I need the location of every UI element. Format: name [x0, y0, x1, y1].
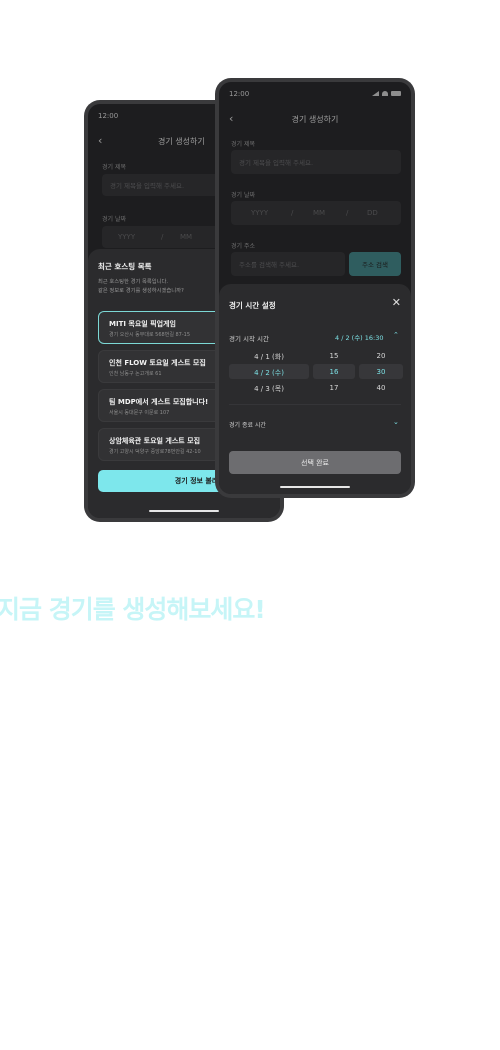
signal-icon: [372, 91, 379, 96]
desc-line-1: 최근 호스팅한 경기 목록입니다.: [98, 279, 169, 285]
sheet-title: 경기 시간 설정: [229, 301, 276, 310]
home-indicator: [149, 509, 219, 512]
title-label: 경기 제목: [102, 164, 126, 171]
battery-icon: [391, 91, 401, 96]
right-phone: 12:00 ‹ 경기 생성하기 경기 제목 경기 제목을 입력해 주세요. 경기…: [215, 78, 415, 498]
start-time-value: 4 / 2 (수) 16:30: [335, 334, 384, 342]
date-sep: /: [291, 209, 294, 217]
close-icon[interactable]: ✕: [392, 296, 401, 309]
sheet-description: 최근 호스팅한 경기 목록입니다. 같은 정보로 경기를 생성하시겠습니까?: [98, 278, 184, 295]
date-sep: /: [346, 209, 349, 217]
title-placeholder: 경기 제목을 입력해 주세요.: [239, 159, 314, 167]
end-time-label: 경기 종료 시간: [229, 422, 266, 429]
card-title: 상암체육관 토요일 게스트 모집: [109, 437, 201, 445]
address-search-button[interactable]: 주소 검색: [349, 252, 401, 276]
headline-text: 지금 경기를 생성해보세요!: [0, 595, 266, 624]
wifi-icon: [382, 91, 388, 96]
system-status-icons: [372, 91, 401, 96]
divider: [229, 404, 401, 405]
address-label: 경기 주소: [231, 243, 255, 250]
title-label: 경기 제목: [231, 141, 255, 148]
minute-option[interactable]: 20: [359, 352, 403, 360]
date-year: YYYY: [251, 209, 269, 217]
date-sep: /: [161, 233, 164, 241]
date-month: MM: [180, 233, 193, 241]
back-icon[interactable]: ‹: [98, 134, 102, 147]
card-address: 인천 남동구 논고개로 61: [109, 371, 162, 377]
minute-option-selected[interactable]: 30: [359, 368, 403, 376]
date-day: DD: [367, 209, 378, 217]
card-address: 경기 오산시 동부대로 568번길 87-15: [109, 332, 191, 338]
status-time: 12:00: [229, 90, 250, 98]
date-year: YYYY: [118, 233, 136, 241]
hour-option[interactable]: 17: [313, 384, 355, 392]
home-indicator: [280, 485, 350, 488]
card-title: MITI 목요일 픽업게임: [109, 320, 176, 328]
day-option-selected[interactable]: 4 / 2 (수): [229, 368, 309, 378]
title-input[interactable]: 경기 제목을 입력해 주세요.: [231, 150, 401, 174]
address-input[interactable]: 주소를 검색해 주세요.: [231, 252, 345, 276]
confirm-selection-button[interactable]: 선택 완료: [229, 451, 401, 474]
card-title: 인천 FLOW 토요일 게스트 모집: [109, 359, 206, 367]
date-label: 경기 날짜: [231, 192, 255, 199]
status-time: 12:00: [98, 112, 119, 120]
card-address: 경기 고양시 덕양구 중앙로78번안길 42-10: [109, 449, 201, 455]
card-title: 팀 MDP에서 게스트 모집합니다!: [109, 398, 209, 406]
hour-option-selected[interactable]: 16: [313, 368, 355, 376]
title-placeholder: 경기 제목을 입력해 주세요.: [110, 182, 185, 190]
desc-line-2: 같은 정보로 경기를 생성하시겠습니까?: [98, 287, 184, 294]
date-month: MM: [313, 209, 326, 217]
right-screen: 12:00 ‹ 경기 생성하기 경기 제목 경기 제목을 입력해 주세요. 경기…: [219, 82, 411, 494]
address-placeholder: 주소를 검색해 주세요.: [239, 261, 300, 269]
chevron-up-icon[interactable]: ⌃: [393, 331, 399, 339]
sheet-title: 최근 호스팅 목록: [98, 262, 152, 271]
page-title: 경기 생성하기: [291, 115, 339, 124]
start-time-label: 경기 시작 시간: [229, 335, 270, 343]
chevron-down-icon[interactable]: ⌄: [393, 418, 399, 426]
card-address: 서울시 동대문구 이문로 107: [109, 410, 170, 416]
day-option[interactable]: 4 / 3 (목): [229, 384, 309, 394]
time-setting-sheet: 경기 시간 설정 ✕ 경기 시작 시간 4 / 2 (수) 16:30 ⌃ 4 …: [219, 284, 411, 494]
minute-option[interactable]: 40: [359, 384, 403, 392]
date-label: 경기 날짜: [102, 216, 126, 223]
day-option[interactable]: 4 / 1 (화): [229, 352, 309, 362]
hour-option[interactable]: 15: [313, 352, 355, 360]
